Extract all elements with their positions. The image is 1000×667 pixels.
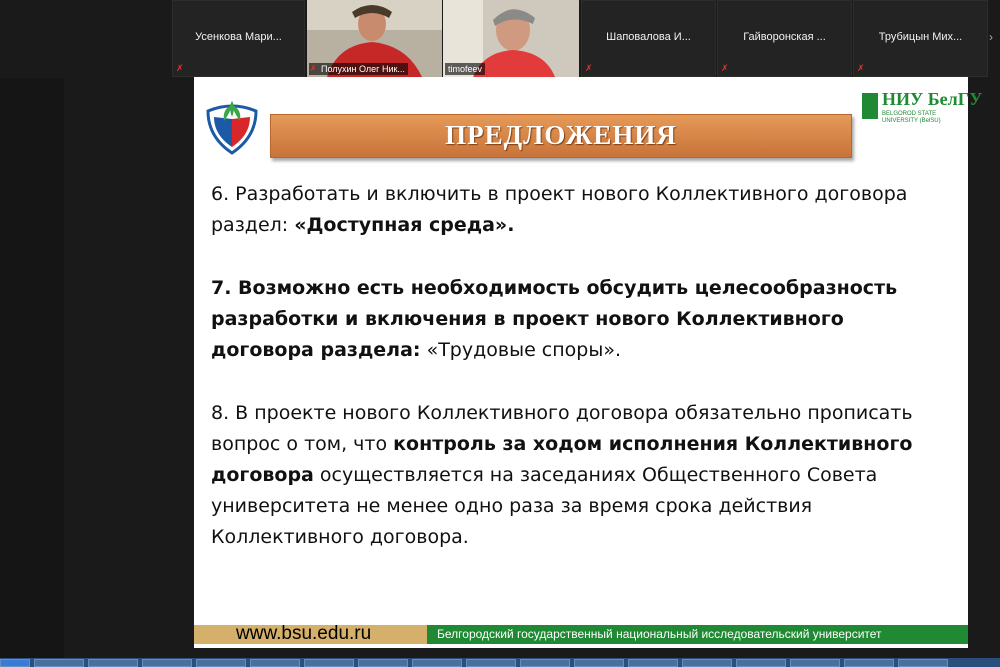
taskbar-item[interactable]	[628, 659, 678, 667]
belsu-emblem-icon	[862, 93, 878, 119]
left-panel	[0, 78, 64, 658]
slide-title-banner: ПРЕДЛОЖЕНИЯ	[270, 114, 852, 158]
belsu-logo: НИУ БелГУ BELGOROD STATE UNIVERSITY (Bel…	[862, 89, 982, 127]
taskbar-item[interactable]	[196, 659, 246, 667]
mic-muted-icon: ✗	[585, 63, 593, 73]
participant-name: Трубицын Мих...	[878, 31, 963, 43]
taskbar-item[interactable]	[412, 659, 462, 667]
taskbar-item[interactable]	[844, 659, 894, 667]
belsu-logo-subtext: BELGOROD STATE UNIVERSITY (BelSU)	[882, 111, 941, 124]
participant-tile[interactable]: Шаповалова И... ✗	[581, 0, 716, 77]
participant-name: Шаповалова И...	[606, 31, 691, 43]
slide-body: 6. Разработать и включить в проект новог…	[211, 179, 951, 585]
taskbar-item[interactable]	[466, 659, 516, 667]
start-button[interactable]	[0, 659, 30, 667]
taskbar-item[interactable]	[304, 659, 354, 667]
proposal-item: 6. Разработать и включить в проект новог…	[211, 183, 908, 236]
taskbar-item[interactable]	[790, 659, 840, 667]
participant-tile[interactable]: Гайворонская ... ✗	[717, 0, 852, 77]
shared-slide: НИУ БелГУ BELGOROD STATE UNIVERSITY (Bel…	[194, 77, 982, 648]
participant-video[interactable]: timofeev	[443, 0, 579, 77]
participant-name: ✗ Полухин Олег Ник...	[309, 63, 408, 75]
footer-university-name: Белгородский государственный национальны…	[437, 627, 882, 641]
participant-name: Усенкова Мари...	[195, 31, 282, 43]
mic-muted-icon: ✗	[721, 63, 729, 73]
taskbar-item[interactable]	[736, 659, 786, 667]
taskbar-item[interactable]	[34, 659, 84, 667]
taskbar-item[interactable]	[88, 659, 138, 667]
taskbar-item[interactable]	[250, 659, 300, 667]
footer-university-band: Белгородский государственный национальны…	[427, 625, 968, 644]
union-logo-icon	[206, 101, 258, 155]
belsu-logo-text: НИУ БелГУ	[882, 89, 983, 109]
taskbar-item[interactable]	[520, 659, 570, 667]
taskbar-item[interactable]	[358, 659, 408, 667]
participant-tile[interactable]: Трубицын Мих... ✗	[853, 0, 988, 77]
participant-name: timofeev	[445, 63, 486, 75]
participants-strip: Усенкова Мари... ✗ ✗ Полухин Олег Ник... …	[0, 0, 1000, 78]
taskbar-item[interactable]	[142, 659, 192, 667]
proposal-item: 8. В проекте нового Коллективного догово…	[211, 402, 913, 548]
mic-muted-icon: ✗	[857, 63, 865, 73]
mic-muted-icon: ✗	[310, 64, 317, 73]
os-taskbar	[0, 658, 1000, 667]
participant-name: Гайворонская ...	[743, 31, 826, 43]
footer-url: www.bsu.edu.ru	[236, 623, 372, 644]
taskbar-item[interactable]	[574, 659, 624, 667]
mic-muted-icon: ✗	[176, 63, 184, 73]
taskbar-item[interactable]	[898, 659, 948, 667]
participant-video[interactable]: ✗ Полухин Олег Ник...	[307, 0, 442, 77]
participant-tile[interactable]: Усенкова Мари... ✗	[172, 0, 305, 77]
slide-title: ПРЕДЛОЖЕНИЯ	[445, 120, 677, 150]
taskbar-item[interactable]	[682, 659, 732, 667]
proposal-item: 7. Возможно есть необходимость обсудить …	[211, 277, 898, 361]
next-page-icon[interactable]: ›	[989, 30, 993, 44]
